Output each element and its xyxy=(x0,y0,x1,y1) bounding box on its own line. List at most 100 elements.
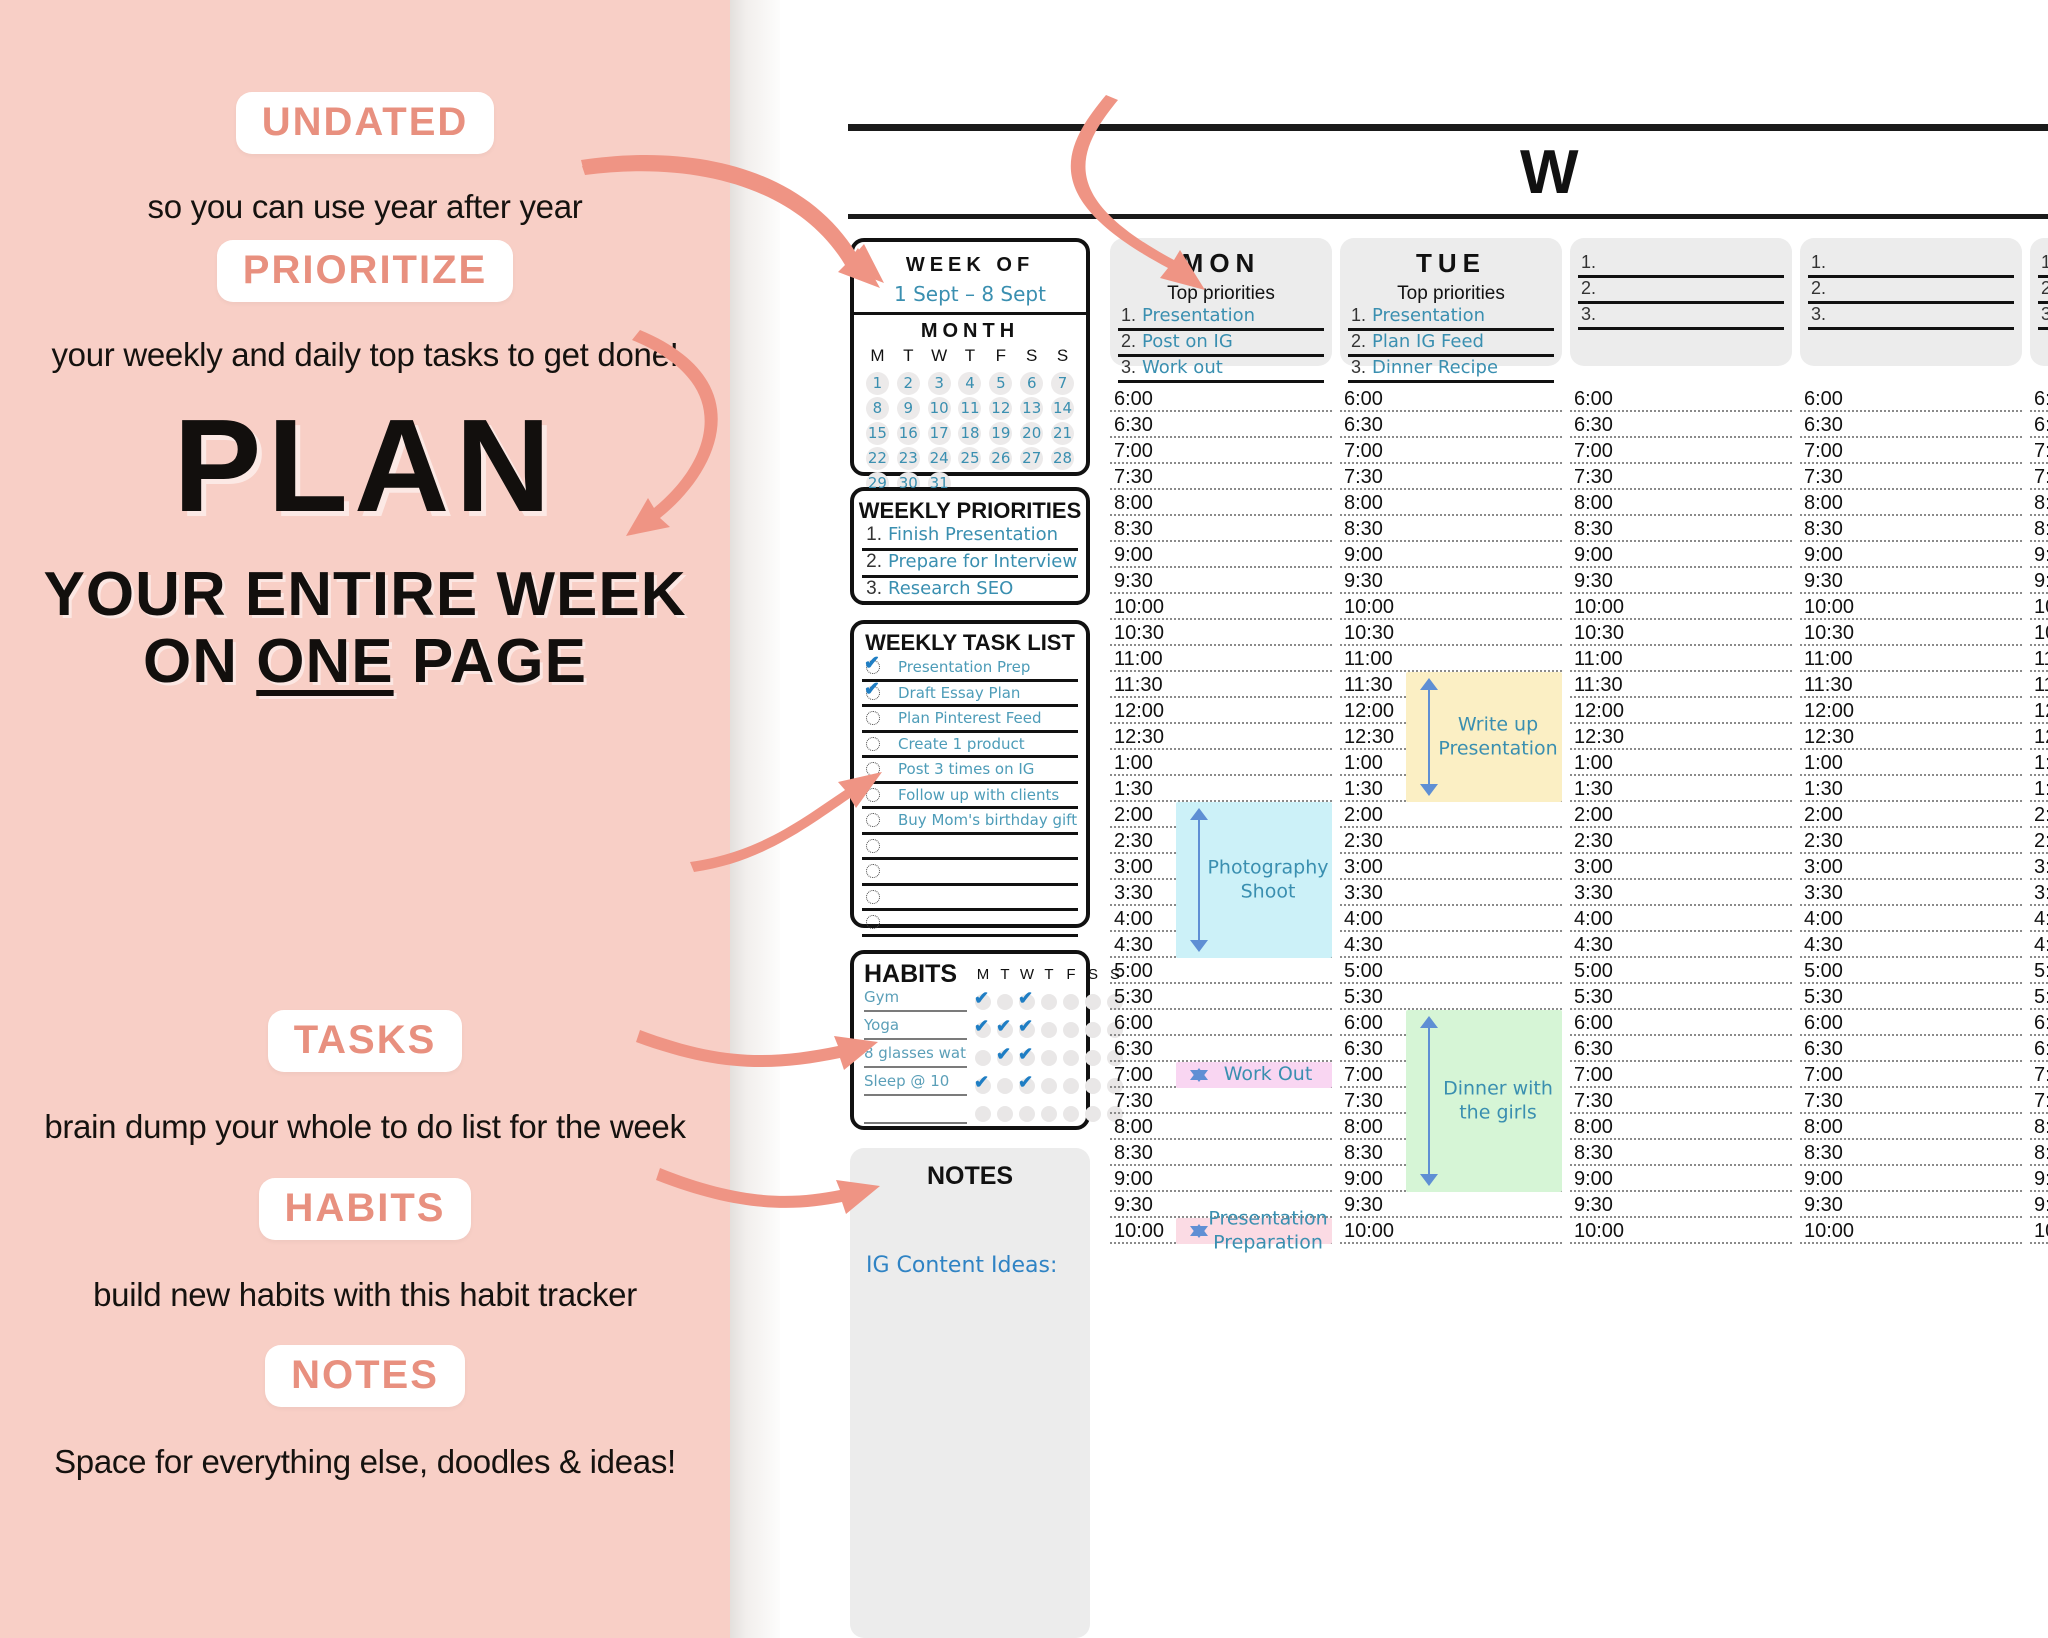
habit-check-done-icon[interactable] xyxy=(994,1016,1016,1041)
time-slot[interactable]: 2:30 xyxy=(2030,828,2048,854)
weekly-task-row[interactable] xyxy=(862,835,1078,860)
time-slot[interactable]: 6:30 xyxy=(2030,1036,2048,1062)
calendar-day[interactable]: 17 xyxy=(924,421,955,446)
habit-check-empty-icon[interactable] xyxy=(1060,1021,1082,1041)
time-slot[interactable]: 10:00 xyxy=(1570,1218,1792,1244)
time-slot[interactable]: 9:30 xyxy=(1800,1192,2022,1218)
calendar-day[interactable]: 24 xyxy=(924,446,955,471)
schedule-event[interactable]: Photography Shoot xyxy=(1176,802,1332,958)
time-slot[interactable]: 9:00 xyxy=(2030,542,2048,568)
time-slot[interactable]: 5:30 xyxy=(2030,984,2048,1010)
weekly-task-row[interactable]: Follow up with clients xyxy=(862,784,1078,809)
time-slot[interactable]: 11:30 xyxy=(1800,672,2022,698)
time-slot[interactable]: 4:00 xyxy=(1340,906,1562,932)
day-priority-row[interactable]: 3. xyxy=(2038,304,2048,330)
weekly-task-text[interactable]: Post 3 times on IG xyxy=(898,760,1034,778)
calendar-day[interactable]: 19 xyxy=(985,421,1016,446)
habit-check-done-icon[interactable] xyxy=(1016,1072,1038,1097)
day-priority-row[interactable]: 2. xyxy=(1578,278,1784,304)
habit-check-done-icon[interactable] xyxy=(1016,988,1038,1013)
time-slot[interactable]: 7:00 xyxy=(2030,438,2048,464)
calendar-day[interactable]: 1 xyxy=(862,371,893,396)
time-slot[interactable]: 8:00 xyxy=(1570,490,1792,516)
time-slot[interactable]: 6:00 xyxy=(2030,386,2048,412)
time-slot[interactable]: 1:30 xyxy=(1800,776,2022,802)
time-slot[interactable]: 4:00 xyxy=(1570,906,1792,932)
time-slot[interactable]: 2:30 xyxy=(1570,828,1792,854)
calendar-day[interactable]: 10 xyxy=(924,396,955,421)
habit-check-done-icon[interactable] xyxy=(972,1072,994,1097)
weekly-priority-row[interactable]: 1. Finish Presentation xyxy=(862,524,1078,551)
time-slot[interactable]: 9:30 xyxy=(1570,1192,1792,1218)
habit-name[interactable] xyxy=(864,1100,967,1124)
time-slot[interactable]: 6:00 xyxy=(1570,1010,1792,1036)
time-slot[interactable]: 6:00 xyxy=(1110,1010,1332,1036)
time-slot[interactable]: 9:30 xyxy=(2030,568,2048,594)
time-slot[interactable]: 8:30 xyxy=(1570,516,1792,542)
habit-check-done-icon[interactable] xyxy=(1016,1044,1038,1069)
notes-body[interactable]: IG Content Ideas: xyxy=(850,1253,1090,1278)
time-slot[interactable]: 10:30 xyxy=(2030,620,2048,646)
time-slot[interactable]: 4:30 xyxy=(2030,932,2048,958)
time-slot[interactable]: 7:00 xyxy=(1800,1062,2022,1088)
event-label[interactable]: Work Out xyxy=(1206,1063,1330,1087)
time-slot[interactable]: 5:00 xyxy=(1110,958,1332,984)
checkbox-empty-icon[interactable] xyxy=(866,889,880,904)
time-slot[interactable]: 11:00 xyxy=(1110,646,1332,672)
event-label[interactable]: Write up Presentation xyxy=(1436,713,1560,761)
time-slot[interactable]: 12:30 xyxy=(2030,724,2048,750)
time-slot[interactable]: 7:30 xyxy=(1800,464,2022,490)
checkbox-empty-icon[interactable] xyxy=(866,762,880,777)
time-slot[interactable]: 9:00 xyxy=(1800,542,2022,568)
time-slot[interactable]: 8:00 xyxy=(2030,490,2048,516)
time-slot[interactable]: 5:30 xyxy=(1110,984,1332,1010)
calendar-day[interactable]: 28 xyxy=(1047,446,1078,471)
time-slot[interactable]: 7:30 xyxy=(1110,464,1332,490)
time-slot[interactable]: 8:00 xyxy=(1340,490,1562,516)
time-slot[interactable]: 5:30 xyxy=(1800,984,2022,1010)
calendar-day[interactable]: 12 xyxy=(985,396,1016,421)
time-slot[interactable]: 6:30 xyxy=(1800,1036,2022,1062)
time-slot[interactable]: 10:00 xyxy=(2030,594,2048,620)
time-slot[interactable]: 12:30 xyxy=(1110,724,1332,750)
time-slot[interactable]: 7:30 xyxy=(2030,1088,2048,1114)
day-priority-row[interactable]: 1. xyxy=(1808,252,2014,278)
time-slot[interactable]: 7:30 xyxy=(1570,464,1792,490)
time-slot[interactable]: 4:30 xyxy=(1800,932,2022,958)
weekly-task-text[interactable]: Buy Mom's birthday gift xyxy=(898,811,1077,829)
time-slot[interactable]: 9:00 xyxy=(1800,1166,2022,1192)
time-slot[interactable]: 5:00 xyxy=(2030,958,2048,984)
time-slot[interactable]: 8:00 xyxy=(1800,490,2022,516)
time-slot[interactable]: 10:00 xyxy=(1800,594,2022,620)
weekly-task-text[interactable]: Follow up with clients xyxy=(898,786,1059,804)
weekly-task-row[interactable] xyxy=(862,886,1078,911)
week-of-value[interactable]: 1 Sept – 8 Sept xyxy=(854,282,1086,306)
time-slot[interactable]: 9:30 xyxy=(1800,568,2022,594)
habit-check-empty-icon[interactable] xyxy=(1060,1077,1082,1097)
calendar-day[interactable]: 2 xyxy=(893,371,924,396)
time-slot[interactable]: 5:00 xyxy=(1570,958,1792,984)
checkbox-checked-icon[interactable] xyxy=(864,678,880,701)
checkbox-empty-icon[interactable] xyxy=(866,736,880,751)
time-slot[interactable]: 3:00 xyxy=(2030,854,2048,880)
habit-check-empty-icon[interactable] xyxy=(1060,1105,1082,1125)
calendar-day[interactable]: 16 xyxy=(893,421,924,446)
time-slot[interactable]: 3:00 xyxy=(1570,854,1792,880)
calendar-day[interactable]: 4 xyxy=(955,371,986,396)
time-slot[interactable]: 4:30 xyxy=(1340,932,1562,958)
habit-check-empty-icon[interactable] xyxy=(994,993,1016,1013)
day-priority-row[interactable]: 3. xyxy=(1578,304,1784,330)
checkbox-empty-icon[interactable] xyxy=(866,787,880,802)
day-priority-row[interactable]: 3. Dinner Recipe xyxy=(1348,357,1554,383)
time-slot[interactable]: 3:30 xyxy=(2030,880,2048,906)
time-slot[interactable]: 2:00 xyxy=(1800,802,2022,828)
time-slot[interactable]: 8:00 xyxy=(1110,490,1332,516)
day-priority-row[interactable]: 2. Plan IG Feed xyxy=(1348,331,1554,357)
time-slot[interactable]: 10:30 xyxy=(1340,620,1562,646)
weekly-task-row[interactable] xyxy=(862,911,1078,937)
time-slot[interactable]: 7:30 xyxy=(1340,464,1562,490)
time-slot[interactable]: 5:00 xyxy=(1340,958,1562,984)
time-slot[interactable]: 6:30 xyxy=(1110,412,1332,438)
habit-check-done-icon[interactable] xyxy=(994,1044,1016,1069)
time-slot[interactable]: 12:30 xyxy=(1800,724,2022,750)
